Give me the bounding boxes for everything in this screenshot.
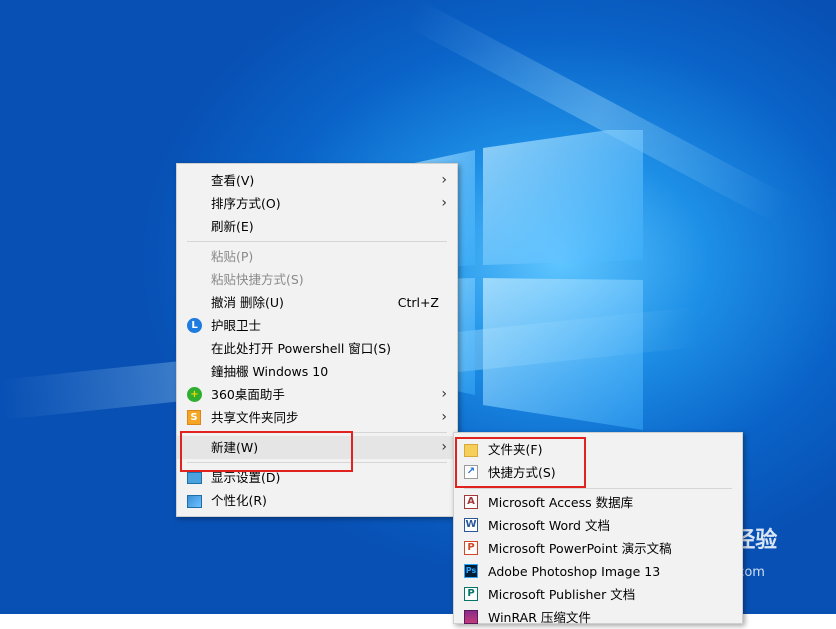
menu-item-label: 粘贴快捷方式(S) bbox=[211, 272, 304, 287]
menu-item-label: 查看(V) bbox=[211, 173, 255, 188]
menu-item-open-powershell[interactable]: 在此处打开 Powershell 窗口(S) bbox=[177, 337, 457, 360]
photoshop-icon: Ps bbox=[464, 564, 478, 578]
chevron-right-icon: › bbox=[441, 386, 447, 402]
menu-separator bbox=[464, 488, 732, 489]
menu-item-label: Microsoft Access 数据库 bbox=[488, 495, 634, 510]
submenu-item-access[interactable]: A Microsoft Access 数据库 bbox=[454, 491, 742, 514]
menu-item-label: 共享文件夹同步 bbox=[211, 410, 299, 425]
submenu-item-word[interactable]: W Microsoft Word 文档 bbox=[454, 514, 742, 537]
menu-item-label: 刷新(E) bbox=[211, 219, 254, 234]
submenu-item-powerpoint[interactable]: P Microsoft PowerPoint 演示文稿 bbox=[454, 537, 742, 560]
menu-item-undo-delete[interactable]: 撤消 删除(U) Ctrl+Z bbox=[177, 291, 457, 314]
word-icon: W bbox=[464, 518, 478, 532]
chevron-right-icon: › bbox=[441, 195, 447, 211]
menu-item-shortcut: Ctrl+Z bbox=[397, 295, 439, 310]
menu-item-sort-by[interactable]: 排序方式(O) › bbox=[177, 192, 457, 215]
menu-item-paste-shortcut: 粘贴快捷方式(S) bbox=[177, 268, 457, 291]
menu-item-label: 个性化(R) bbox=[211, 493, 267, 508]
menu-item-label: 撤消 删除(U) bbox=[211, 295, 284, 310]
menu-item-label: 粘贴(P) bbox=[211, 249, 254, 264]
menu-item-paste: 粘贴(P) bbox=[177, 245, 457, 268]
menu-item-360-assistant[interactable]: + 360桌面助手 › bbox=[177, 383, 457, 406]
highlight-box-new bbox=[180, 431, 353, 472]
access-icon: A bbox=[464, 495, 478, 509]
360-icon: + bbox=[187, 387, 202, 402]
highlight-box-folder-shortcut bbox=[455, 437, 586, 488]
menu-item-label: 护眼卫士 bbox=[211, 318, 262, 333]
menu-item-share-sync[interactable]: S 共享文件夹同步 › bbox=[177, 406, 457, 429]
menu-item-eye-guard[interactable]: L 护眼卫士 bbox=[177, 314, 457, 337]
menu-item-refresh[interactable]: 刷新(E) bbox=[177, 215, 457, 238]
chevron-right-icon: › bbox=[441, 439, 447, 455]
display-icon bbox=[187, 472, 202, 484]
menu-item-label: Microsoft Publisher 文档 bbox=[488, 587, 636, 602]
powerpoint-icon: P bbox=[464, 541, 478, 555]
menu-item-label: 在此处打开 Powershell 窗口(S) bbox=[211, 341, 391, 356]
winrar-icon bbox=[464, 610, 478, 624]
menu-item-windows10[interactable]: 鐘抽棴 Windows 10 bbox=[177, 360, 457, 383]
personalize-icon bbox=[187, 495, 202, 508]
share-sync-icon: S bbox=[187, 410, 201, 425]
eye-guard-icon: L bbox=[187, 318, 202, 333]
menu-item-label: Adobe Photoshop Image 13 bbox=[488, 564, 661, 579]
menu-item-personalize[interactable]: 个性化(R) bbox=[177, 489, 457, 512]
menu-item-label: 排序方式(O) bbox=[211, 196, 281, 211]
menu-item-label: 鐘抽棴 Windows 10 bbox=[211, 364, 329, 379]
menu-item-view[interactable]: 查看(V) › bbox=[177, 169, 457, 192]
menu-separator bbox=[187, 241, 447, 242]
menu-item-label: Microsoft PowerPoint 演示文稿 bbox=[488, 541, 672, 556]
chevron-right-icon: › bbox=[441, 409, 447, 425]
submenu-item-winrar[interactable]: WinRAR 压缩文件 bbox=[454, 606, 742, 629]
submenu-item-publisher[interactable]: P Microsoft Publisher 文档 bbox=[454, 583, 742, 606]
menu-item-label: 360桌面助手 bbox=[211, 387, 285, 402]
menu-item-label: Microsoft Word 文档 bbox=[488, 518, 610, 533]
submenu-item-photoshop[interactable]: Ps Adobe Photoshop Image 13 bbox=[454, 560, 742, 583]
chevron-right-icon: › bbox=[441, 172, 447, 188]
publisher-icon: P bbox=[464, 587, 478, 601]
menu-item-label: WinRAR 压缩文件 bbox=[488, 610, 591, 625]
